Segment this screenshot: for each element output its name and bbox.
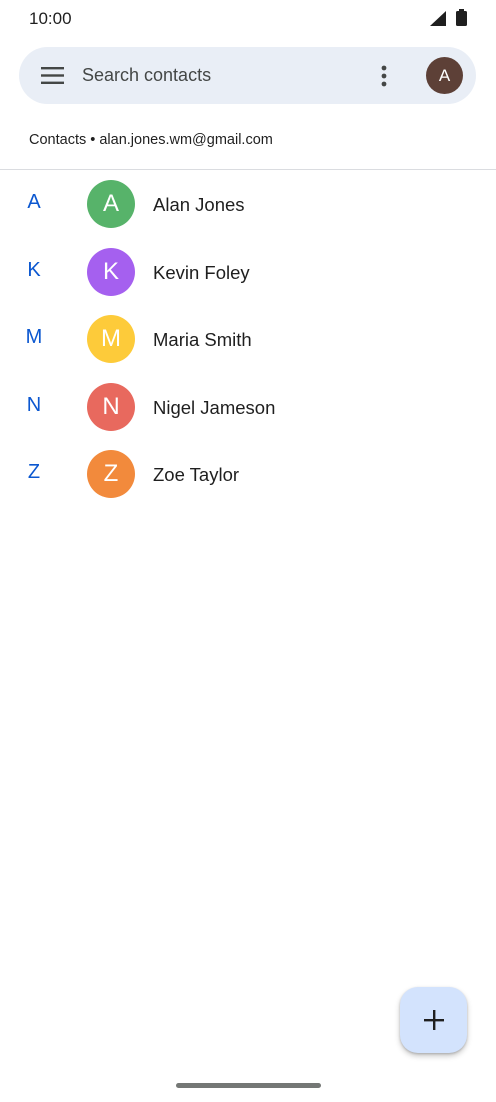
section-letter: Z — [27, 461, 41, 483]
add-contact-button[interactable] — [400, 987, 467, 1053]
contact-name: Maria Smith — [153, 329, 252, 350]
account-avatar[interactable]: A — [426, 57, 463, 94]
status-bar: 10:00 — [0, 0, 496, 38]
status-time: 10:00 — [29, 9, 72, 28]
contact-row[interactable]: Z Z Zoe Taylor — [0, 440, 496, 508]
contact-avatar: A — [87, 180, 135, 228]
contact-avatar: M — [87, 315, 135, 363]
plus-icon — [423, 1010, 444, 1030]
menu-icon[interactable] — [41, 67, 64, 84]
contact-name: Kevin Foley — [153, 261, 250, 283]
home-indicator[interactable] — [176, 1083, 321, 1088]
contact-list: A A Alan Jones K K Kevin Foley M M Maria Smith N N… — [0, 170, 496, 508]
contact-row[interactable]: K K Kevin Foley — [0, 238, 496, 306]
contact-name: Nigel Jameson — [153, 396, 276, 418]
contact-row[interactable]: N N Nigel Jameson — [0, 373, 496, 441]
section-letter: M — [25, 326, 43, 348]
contact-avatar: Z — [87, 450, 135, 498]
battery-icon — [456, 9, 467, 26]
contact-row[interactable]: M M Maria Smith — [0, 305, 496, 373]
contact-avatar: N — [87, 382, 135, 431]
search-input[interactable]: Search contacts — [82, 65, 211, 86]
signal-icon — [430, 11, 446, 26]
contact-name: Zoe Taylor — [153, 464, 240, 485]
more-vert-icon[interactable] — [374, 63, 394, 89]
account-label: Contacts • alan.jones.wm@gmail.com — [29, 132, 273, 148]
section-letter: A — [27, 191, 41, 213]
section-letter: N — [26, 393, 42, 416]
contact-row[interactable]: A A Alan Jones — [0, 170, 496, 238]
contact-name: Alan Jones — [153, 194, 245, 215]
contact-avatar: K — [87, 247, 135, 296]
section-letter: K — [27, 258, 41, 281]
search-bar[interactable]: Search contacts A — [19, 47, 476, 104]
